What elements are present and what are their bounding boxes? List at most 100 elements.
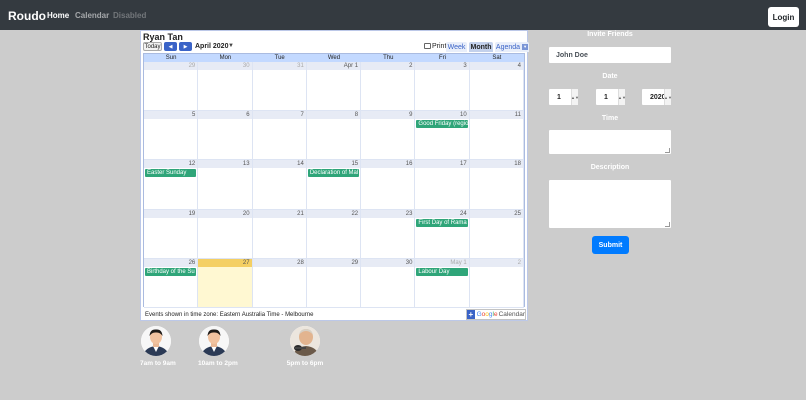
day-cell[interactable]: 15 Declaration of Mal	[306, 160, 362, 210]
day-cell[interactable]: 20	[198, 209, 253, 259]
nav-link-calendar[interactable]: Calendar	[75, 11, 109, 20]
day-cell[interactable]: 11	[469, 111, 524, 161]
day-cell[interactable]: 26 Birthday of the Su	[144, 258, 199, 308]
day-number: 6	[246, 112, 250, 119]
print-link[interactable]: Print	[424, 43, 446, 50]
day-cell[interactable]: 3	[415, 62, 470, 112]
day-cell[interactable]: Apr 1	[306, 62, 362, 112]
invite-friends-input[interactable]: John Doe	[548, 46, 672, 64]
day-cell[interactable]: 10 Good Friday (regio	[415, 111, 470, 161]
chevron-right-icon: ▶	[183, 43, 188, 50]
day-cell[interactable]: 13	[198, 160, 253, 210]
google-calendar-badge[interactable]: + Go o g l e Calendar	[466, 309, 526, 320]
month-select[interactable]: 1 ▲▼	[595, 88, 626, 106]
day-header: 28	[252, 258, 306, 267]
day-cell[interactable]: 17	[415, 160, 470, 210]
chevron-down-icon[interactable]: ▲▼	[664, 89, 672, 105]
print-icon	[424, 43, 431, 49]
submit-button[interactable]: Submit	[592, 236, 629, 254]
day-cell[interactable]: 25	[469, 209, 524, 259]
chevron-down-icon: ▼	[522, 44, 529, 50]
day-cell[interactable]: 2	[361, 62, 416, 112]
avatar[interactable]	[141, 326, 171, 356]
day-cell[interactable]: 6	[198, 111, 253, 161]
calendar-event[interactable]: Good Friday (regio	[416, 120, 468, 129]
tab-week[interactable]: Week	[446, 42, 467, 52]
chevron-down-icon[interactable]: ▲▼	[618, 89, 626, 105]
today-button[interactable]: Today	[143, 42, 162, 51]
day-number: 29	[351, 259, 359, 266]
avatar-slot-3[interactable]: 5pm to 6pm	[285, 326, 325, 367]
day-number: 30	[405, 259, 413, 266]
day-number: 18	[514, 161, 521, 168]
tab-agenda[interactable]: Agenda ▼	[495, 42, 529, 52]
day-cell[interactable]: 28	[252, 258, 307, 308]
month-dropdown-icon[interactable]: ▼	[228, 43, 234, 49]
day-cell[interactable]: 30	[198, 62, 253, 112]
day-header: May 1	[415, 258, 469, 267]
avatar-slot-1[interactable]: 7am to 9am	[140, 326, 176, 367]
day-cell[interactable]: 29	[306, 258, 362, 308]
day-number: 31	[297, 63, 304, 69]
day-cell[interactable]: 27	[198, 258, 253, 308]
invite-friends-label: Invite Friends	[587, 31, 633, 38]
day-number: 28	[297, 259, 304, 266]
day-cell[interactable]: 9	[361, 111, 416, 161]
day-cell[interactable]: 8	[306, 111, 362, 161]
day-cell[interactable]: 7	[252, 111, 307, 161]
person-portrait-icon	[141, 326, 171, 356]
day-header: 4	[469, 62, 523, 70]
day-header: 14	[252, 160, 306, 169]
day-cell[interactable]: May 1 Labour Day	[415, 258, 470, 308]
day-number: 11	[514, 112, 521, 119]
day-cell[interactable]: 21	[252, 209, 307, 259]
avatar[interactable]	[290, 326, 320, 356]
chevron-down-icon[interactable]: ▲▼	[571, 89, 579, 105]
day-cell[interactable]: 30	[361, 258, 416, 308]
day-cell[interactable]: 12 Easter Sunday	[144, 160, 199, 210]
day-header: 9	[361, 111, 415, 120]
day-cell[interactable]: 4	[469, 62, 524, 112]
calendar-event[interactable]: Declaration of Mal	[307, 169, 360, 178]
avatar-label: 10am to 2pm	[198, 360, 238, 367]
day-cell[interactable]: 5	[144, 111, 199, 161]
brand-logo[interactable]: Roudo	[8, 9, 46, 23]
day-cell[interactable]: 14	[252, 160, 307, 210]
avatar[interactable]	[199, 326, 229, 356]
day-number: 9	[409, 112, 413, 119]
tab-month[interactable]: Month	[469, 42, 493, 52]
prev-month-button[interactable]: ◀	[164, 42, 177, 51]
nav-link-home[interactable]: Home	[47, 11, 69, 20]
day-header: 29	[144, 62, 198, 70]
day-cell[interactable]: 24 First Day of Rama	[415, 209, 470, 259]
navbar: Roudo Home Calendar Disabled Login	[0, 0, 806, 30]
weekday-label: Tue	[274, 55, 285, 61]
login-button[interactable]: Login	[768, 7, 799, 27]
day-cell[interactable]: 23	[361, 209, 416, 259]
calendar-event[interactable]: Labour Day	[416, 267, 468, 276]
next-month-button[interactable]: ▶	[179, 42, 192, 51]
description-input[interactable]	[548, 179, 672, 229]
day-cell[interactable]: 22	[306, 209, 362, 259]
calendar-event[interactable]: First Day of Rama	[416, 218, 468, 227]
day-header: 26	[144, 258, 198, 267]
day-number: 15	[351, 161, 359, 168]
day-number: 10	[460, 112, 467, 119]
day-number: 22	[351, 210, 359, 217]
day-number: 3	[463, 63, 467, 69]
day-cell[interactable]: 19	[144, 209, 199, 259]
avatar-label: 7am to 9am	[140, 360, 176, 367]
avatar-slot-2[interactable]: 10am to 2pm	[198, 326, 238, 367]
day-select[interactable]: 1 ▲▼	[548, 88, 579, 106]
day-cell[interactable]: 16	[361, 160, 416, 210]
day-cell[interactable]: 31	[252, 62, 307, 112]
day-header: 22	[306, 209, 361, 218]
day-cell[interactable]: 18	[469, 160, 524, 210]
calendar-event[interactable]: Birthday of the Su	[145, 267, 197, 276]
year-select[interactable]: 2020 ▲▼	[641, 88, 672, 106]
day-cell[interactable]: 2	[469, 258, 524, 308]
time-input[interactable]	[548, 129, 672, 155]
calendar-event[interactable]: Easter Sunday	[145, 169, 197, 178]
day-number: Apr 1	[343, 63, 359, 69]
day-cell[interactable]: 29	[144, 62, 199, 112]
